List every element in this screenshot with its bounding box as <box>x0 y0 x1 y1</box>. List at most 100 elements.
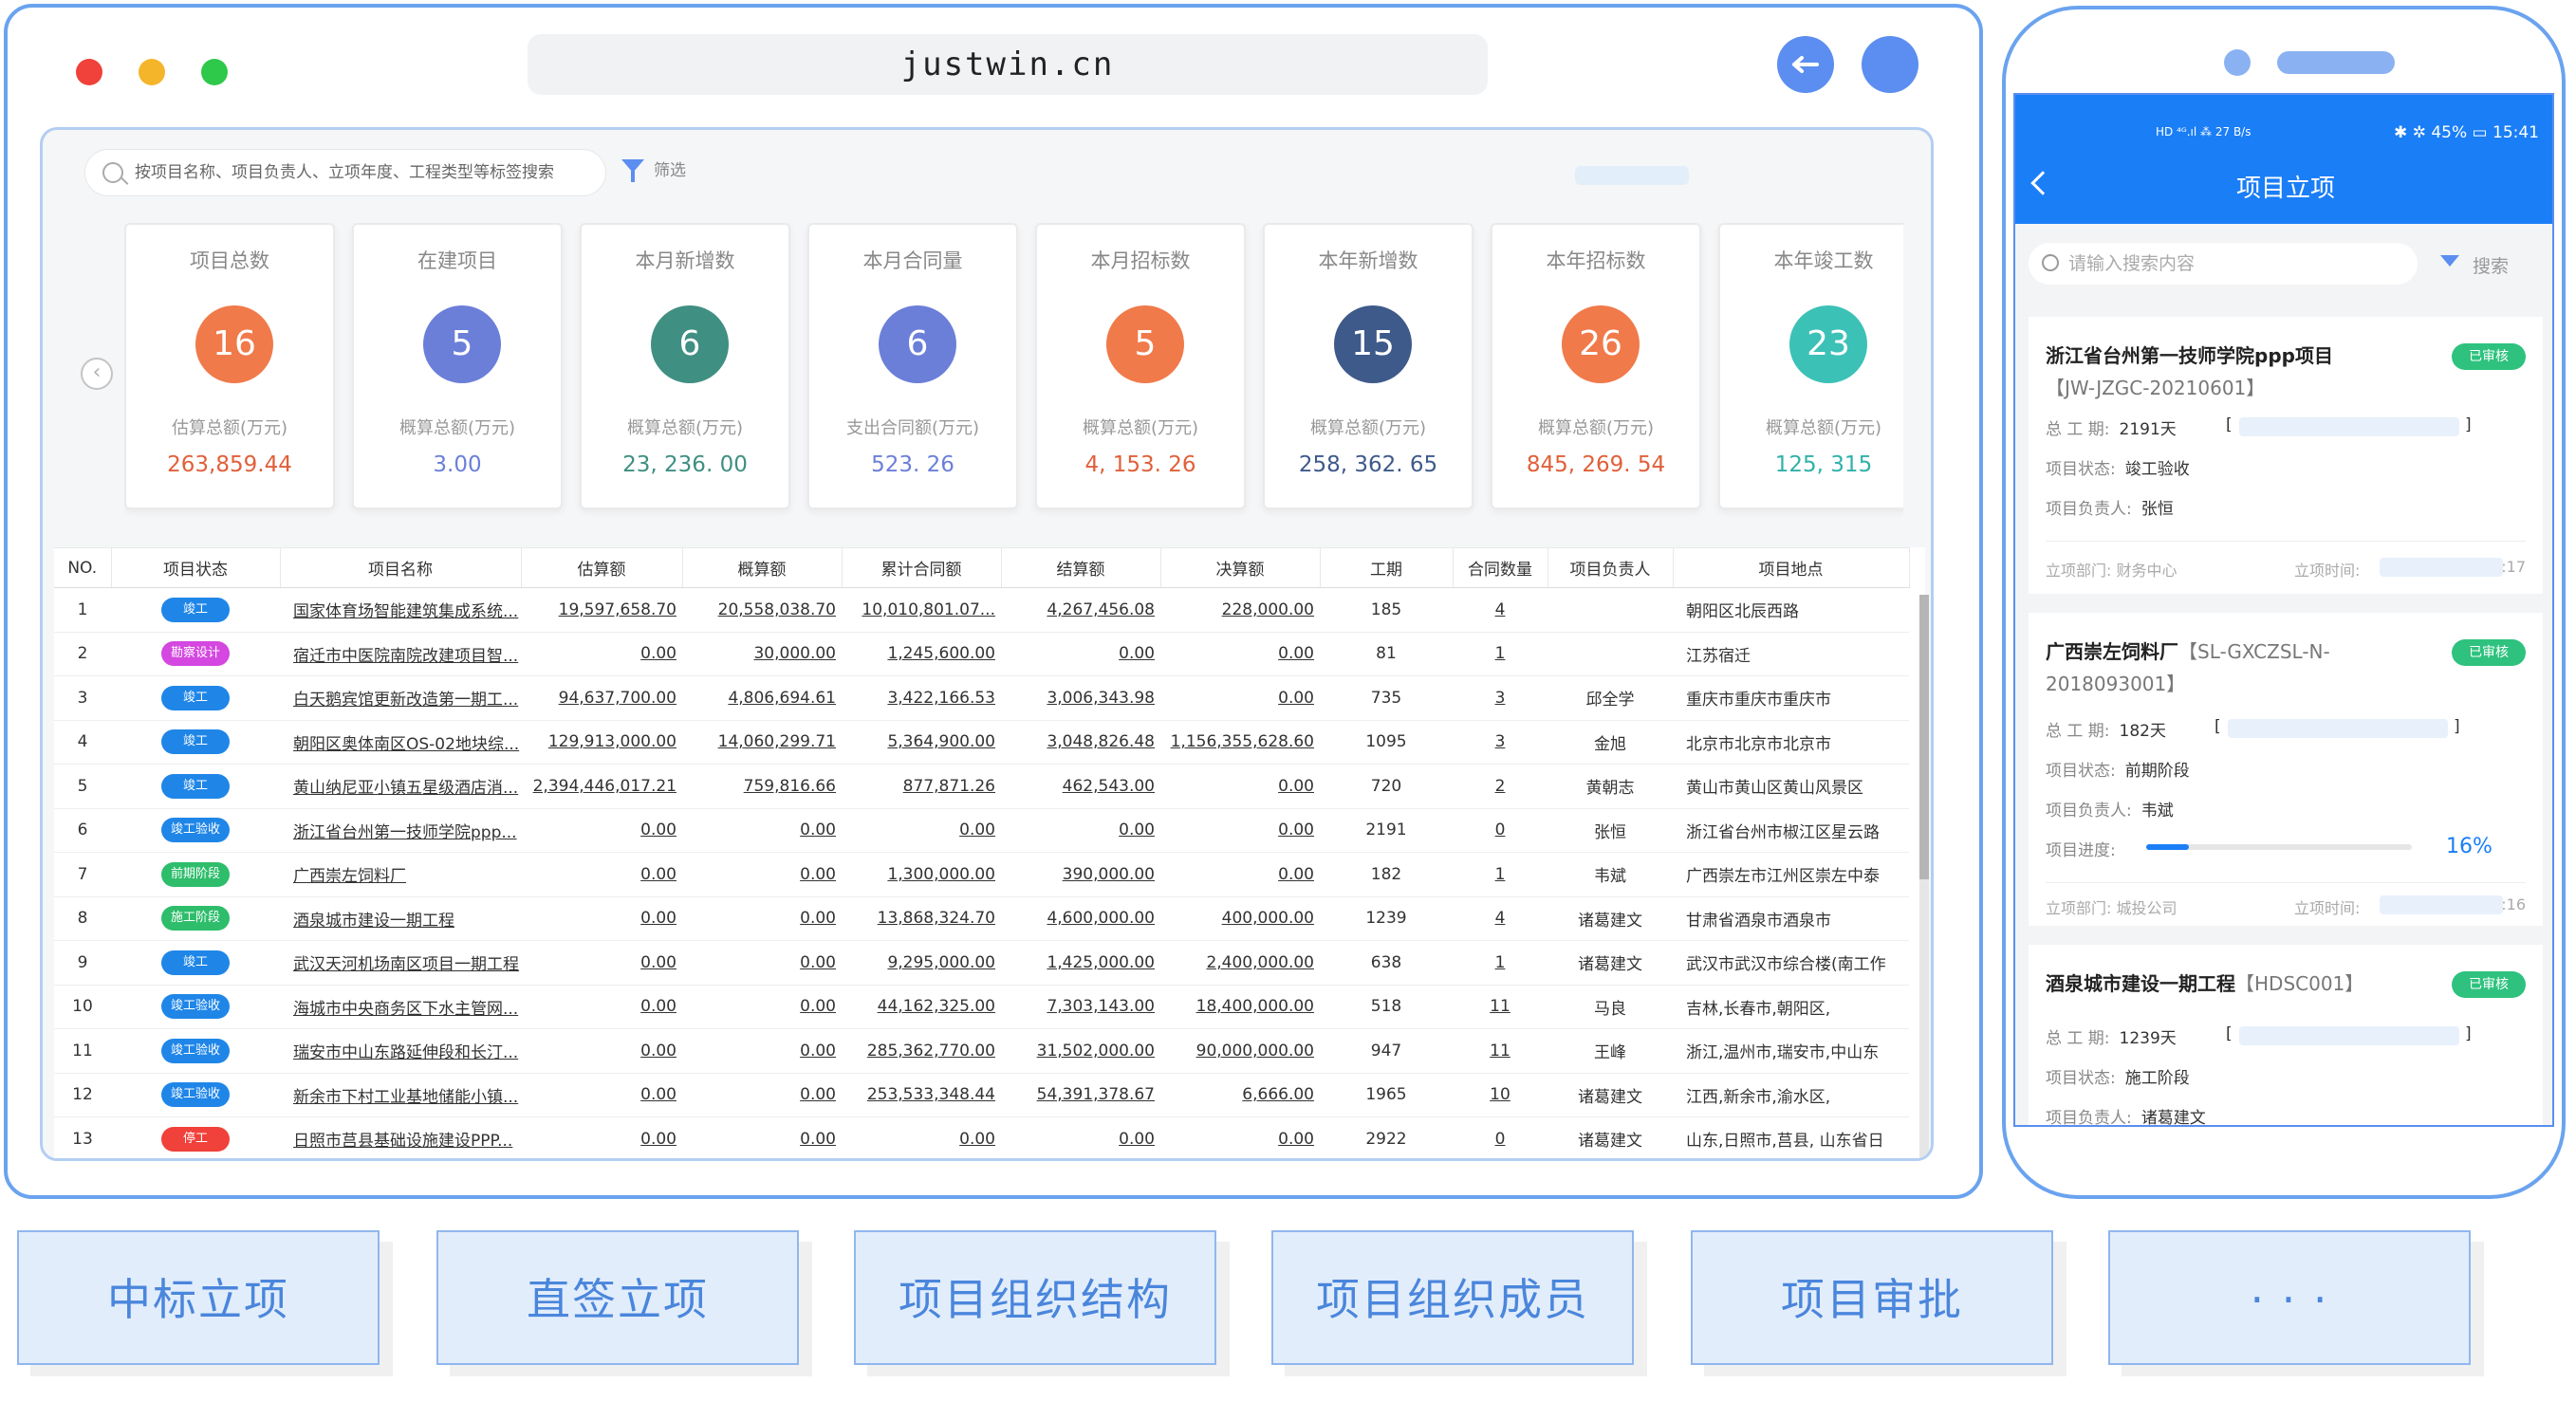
cell-settle[interactable]: 31,502,000.00 <box>1001 1028 1160 1074</box>
cell-est[interactable]: 0.00 <box>521 985 682 1029</box>
url-bar[interactable]: justwin.cn <box>528 34 1488 95</box>
table-row[interactable]: 4 竣工 朝阳区奥体南区OS-02地块综... 129,913,000.00 14,06… <box>54 720 1909 765</box>
phone-search-input[interactable]: 请输入搜索内容 <box>2029 243 2418 285</box>
cell-count[interactable]: 11 <box>1453 985 1547 1029</box>
cell-contract[interactable]: 10,010,801.07... <box>842 587 1001 633</box>
cell-settle[interactable]: 462,543.00 <box>1001 764 1160 809</box>
cell-final[interactable]: 90,000,000.00 <box>1160 1028 1320 1074</box>
cell-name[interactable]: 浙江省台州第一技师学院ppp... <box>280 808 521 853</box>
cell-budget[interactable]: 0.00 <box>682 1116 842 1158</box>
cell-final[interactable]: 6,666.00 <box>1160 1073 1320 1117</box>
cell-final[interactable]: 0.00 <box>1160 1116 1320 1158</box>
module-button[interactable]: 直签立项 <box>436 1230 799 1365</box>
table-row[interactable]: 9 竣工 武汉天河机场南区项目一期工程 0.00 0.00 9,295,000.00 1,4… <box>54 940 1909 986</box>
cell-budget[interactable]: 4,806,694.61 <box>682 675 842 721</box>
cell-budget[interactable]: 0.00 <box>682 896 842 941</box>
cell-name[interactable]: 宿迁市中医院南院改建项目智... <box>280 632 521 676</box>
table-row[interactable]: 10 竣工验收 海城市中央商务区下水主管网... 0.00 0.00 44,162,325… <box>54 985 1909 1029</box>
cell-est[interactable]: 0.00 <box>521 896 682 941</box>
cell-est[interactable]: 0.00 <box>521 632 682 676</box>
module-button[interactable]: 项目组织成员 <box>1271 1230 1634 1365</box>
cell-final[interactable]: 0.00 <box>1160 808 1320 853</box>
stat-card[interactable]: 本年招标数 26 概算总额(万元) 845, 269. 54 <box>1491 223 1701 509</box>
cell-count[interactable]: 10 <box>1453 1073 1547 1117</box>
cell-est[interactable]: 129,913,000.00 <box>521 720 682 765</box>
cell-count[interactable]: 3 <box>1453 675 1547 721</box>
cell-contract[interactable]: 3,422,166.53 <box>842 675 1001 721</box>
maximize-window-dot[interactable] <box>201 59 228 85</box>
module-button[interactable]: 中标立项 <box>17 1230 380 1365</box>
cell-budget[interactable]: 0.00 <box>682 940 842 986</box>
column-header[interactable]: 工期 <box>1320 547 1454 588</box>
stat-card[interactable]: 本年新增数 15 概算总额(万元) 258, 362. 65 <box>1263 223 1473 509</box>
phone-filter-button[interactable]: 搜索 <box>2440 252 2509 278</box>
cell-count[interactable]: 0 <box>1453 808 1547 853</box>
cell-settle[interactable]: 4,267,456.08 <box>1001 587 1160 633</box>
phone-project-card[interactable]: 酒泉城市建设一期工程【HDSC001】 已审核 总 工 期: 1239天 [ ] … <box>2029 945 2543 1125</box>
cell-est[interactable]: 94,637,700.00 <box>521 675 682 721</box>
cell-final[interactable]: 400,000.00 <box>1160 896 1320 941</box>
module-button[interactable]: 项目审批 <box>1691 1230 2053 1365</box>
cell-name[interactable]: 国家体育场智能建筑集成系统... <box>280 587 521 633</box>
cell-contract[interactable]: 0.00 <box>842 1116 1001 1158</box>
cell-name[interactable]: 瑞安市中山东路延伸段和长汀... <box>280 1028 521 1074</box>
cell-name[interactable]: 黄山纳尼亚小镇五星级酒店消... <box>280 764 521 809</box>
cell-final[interactable]: 0.00 <box>1160 764 1320 809</box>
table-row[interactable]: 1 竣工 国家体育场智能建筑集成系统... 19,597,658.70 20,558,0… <box>54 587 1909 633</box>
cell-est[interactable]: 2,394,446,017.21 <box>521 764 682 809</box>
cell-count[interactable]: 1 <box>1453 940 1547 986</box>
cards-prev-button[interactable]: ‹ <box>81 358 113 390</box>
cell-budget[interactable]: 0.00 <box>682 808 842 853</box>
cell-count[interactable]: 4 <box>1453 896 1547 941</box>
column-header[interactable]: 项目地点 <box>1673 547 1910 588</box>
cell-budget[interactable]: 20,558,038.70 <box>682 587 842 633</box>
cell-settle[interactable]: 1,425,000.00 <box>1001 940 1160 986</box>
cell-name[interactable]: 广西崇左饲料厂 <box>280 852 521 897</box>
module-button[interactable]: 项目组织结构 <box>854 1230 1216 1365</box>
cell-contract[interactable]: 0.00 <box>842 808 1001 853</box>
cell-settle[interactable]: 0.00 <box>1001 1116 1160 1158</box>
phone-project-card[interactable]: 广西崇左饲料厂【SL-GXCZSL-N-2018093001】 已审核 总 工 … <box>2029 613 2543 926</box>
table-row[interactable]: 11 竣工验收 瑞安市中山东路延伸段和长汀... 0.00 0.00 285,362,77… <box>54 1028 1909 1074</box>
cell-budget[interactable]: 0.00 <box>682 852 842 897</box>
table-row[interactable]: 3 竣工 白天鹅宾馆更新改造第一期工... 94,637,700.00 4,806,69… <box>54 675 1909 721</box>
cell-final[interactable]: 0.00 <box>1160 632 1320 676</box>
stat-card[interactable]: 本月新增数 6 概算总额(万元) 23, 236. 00 <box>580 223 790 509</box>
cell-name[interactable]: 海城市中央商务区下水主管网... <box>280 985 521 1029</box>
cell-contract[interactable]: 44,162,325.00 <box>842 985 1001 1029</box>
table-row[interactable]: 12 竣工验收 新余市下村工业基地储能小镇... 0.00 0.00 253,533,34… <box>54 1073 1909 1117</box>
cell-contract[interactable]: 1,300,000.00 <box>842 852 1001 897</box>
cell-settle[interactable]: 7,303,143.00 <box>1001 985 1160 1029</box>
cell-count[interactable]: 1 <box>1453 632 1547 676</box>
cell-final[interactable]: 0.00 <box>1160 675 1320 721</box>
table-row[interactable]: 7 前期阶段 广西崇左饲料厂 0.00 0.00 1,300,000.00 390,000.… <box>54 852 1909 897</box>
cell-final[interactable]: 1,156,355,628.60 <box>1160 720 1320 765</box>
cell-count[interactable]: 4 <box>1453 587 1547 633</box>
cell-contract[interactable]: 285,362,770.00 <box>842 1028 1001 1074</box>
close-window-dot[interactable] <box>76 59 102 85</box>
stat-card[interactable]: 在建项目 5 概算总额(万元) 3.00 <box>352 223 563 509</box>
column-header[interactable]: 概算额 <box>682 547 843 588</box>
cell-budget[interactable]: 14,060,299.71 <box>682 720 842 765</box>
cell-final[interactable]: 0.00 <box>1160 852 1320 897</box>
cell-settle[interactable]: 4,600,000.00 <box>1001 896 1160 941</box>
cell-settle[interactable]: 3,006,343.98 <box>1001 675 1160 721</box>
back-arrow-icon[interactable] <box>1777 36 1834 93</box>
table-row[interactable]: 2 勘察设计 宿迁市中医院南院改建项目智... 0.00 30,000.00 1,245,… <box>54 632 1909 676</box>
column-header[interactable]: 项目名称 <box>280 547 522 588</box>
stat-card[interactable]: 本月合同量 6 支出合同额(万元) 523. 26 <box>807 223 1018 509</box>
stat-card[interactable]: 本月招标数 5 概算总额(万元) 4, 153. 26 <box>1035 223 1246 509</box>
column-header[interactable]: NO. <box>54 547 112 588</box>
column-header[interactable]: 项目负责人 <box>1547 547 1674 588</box>
cell-contract[interactable]: 1,245,600.00 <box>842 632 1001 676</box>
cell-contract[interactable]: 877,871.26 <box>842 764 1001 809</box>
cell-settle[interactable]: 3,048,826.48 <box>1001 720 1160 765</box>
cell-budget[interactable]: 0.00 <box>682 1073 842 1117</box>
cell-settle[interactable]: 0.00 <box>1001 808 1160 853</box>
cell-count[interactable]: 1 <box>1453 852 1547 897</box>
stat-card[interactable]: 项目总数 16 估算总额(万元) 263,859.44 <box>124 223 335 509</box>
menu-circle-button[interactable] <box>1862 36 1918 93</box>
cell-count[interactable]: 11 <box>1453 1028 1547 1074</box>
cell-count[interactable]: 0 <box>1453 1116 1547 1158</box>
cell-name[interactable]: 朝阳区奥体南区OS-02地块综... <box>280 720 521 765</box>
